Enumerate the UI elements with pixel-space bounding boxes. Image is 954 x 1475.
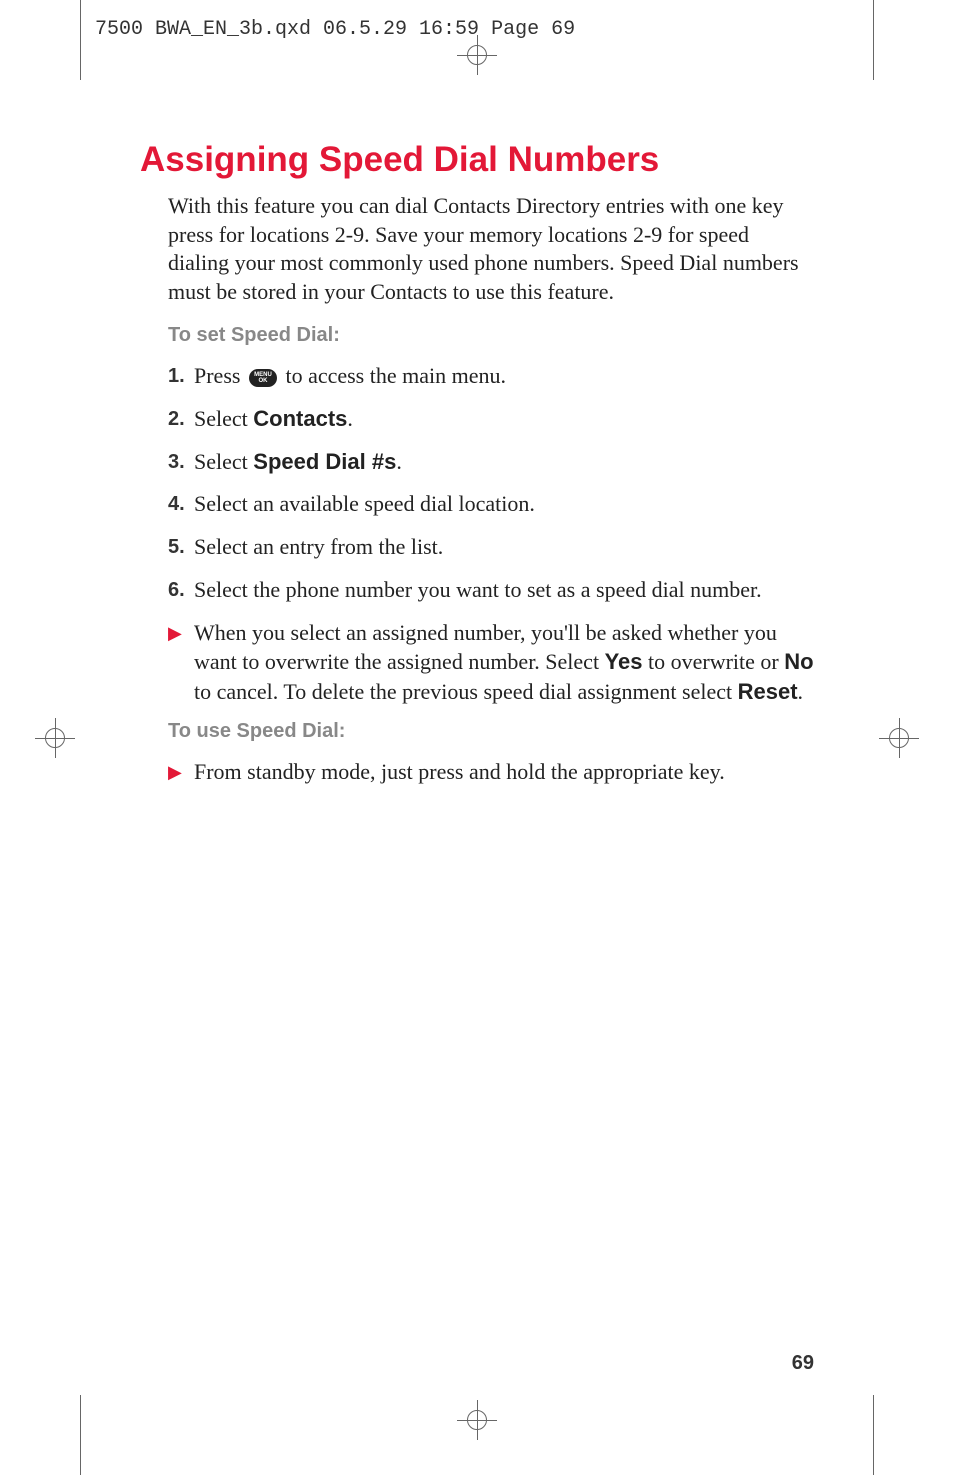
step-item: 3. Select Speed Dial #s. bbox=[168, 447, 814, 477]
registration-mark-icon bbox=[35, 718, 75, 758]
crop-mark bbox=[80, 0, 81, 80]
registration-mark-icon bbox=[457, 1400, 497, 1440]
step-number: 5. bbox=[168, 532, 194, 561]
file-header-info: 7500 BWA_EN_3b.qxd 06.5.29 16:59 Page 69 bbox=[95, 18, 575, 41]
step-item: 5. Select an entry from the list. bbox=[168, 532, 814, 562]
intro-paragraph: With this feature you can dial Contacts … bbox=[140, 192, 814, 306]
crop-mark bbox=[80, 1395, 81, 1475]
use-text: From standby mode, just press and hold t… bbox=[194, 757, 814, 787]
step-number: 3. bbox=[168, 447, 194, 476]
step-text: Select Speed Dial #s. bbox=[194, 447, 814, 477]
arrow-bullet-icon: ▶ bbox=[168, 757, 194, 784]
step-text: Press MENUOK to access the main menu. bbox=[194, 361, 814, 391]
step-item: 4. Select an available speed dial locati… bbox=[168, 489, 814, 519]
step-number: 1. bbox=[168, 361, 194, 390]
step-item: 6. Select the phone number you want to s… bbox=[168, 575, 814, 605]
section-heading-set: To set Speed Dial: bbox=[140, 324, 814, 347]
step-text: Select the phone number you want to set … bbox=[194, 575, 814, 605]
page-number: 69 bbox=[792, 1352, 814, 1375]
step-text: Select Contacts. bbox=[194, 404, 814, 434]
step-number: 2. bbox=[168, 404, 194, 433]
step-number: 6. bbox=[168, 575, 194, 604]
step-number: 4. bbox=[168, 489, 194, 518]
crop-mark bbox=[873, 1395, 874, 1475]
note-item: ▶ When you select an assigned number, yo… bbox=[168, 618, 814, 707]
use-item: ▶ From standby mode, just press and hold… bbox=[168, 757, 814, 787]
page-content: Assigning Speed Dial Numbers With this f… bbox=[140, 140, 814, 799]
step-text: Select an entry from the list. bbox=[194, 532, 814, 562]
page-title: Assigning Speed Dial Numbers bbox=[140, 140, 814, 180]
step-item: 2. Select Contacts. bbox=[168, 404, 814, 434]
crop-mark bbox=[873, 0, 874, 80]
note-text: When you select an assigned number, you'… bbox=[194, 618, 814, 707]
use-list: ▶ From standby mode, just press and hold… bbox=[140, 757, 814, 787]
registration-mark-icon bbox=[457, 35, 497, 75]
menu-ok-icon: MENUOK bbox=[249, 369, 277, 387]
registration-mark-icon bbox=[879, 718, 919, 758]
step-item: 1. Press MENUOK to access the main menu. bbox=[168, 361, 814, 391]
arrow-bullet-icon: ▶ bbox=[168, 618, 194, 645]
section-heading-use: To use Speed Dial: bbox=[140, 720, 814, 743]
step-text: Select an available speed dial location. bbox=[194, 489, 814, 519]
steps-list: 1. Press MENUOK to access the main menu.… bbox=[140, 361, 814, 706]
